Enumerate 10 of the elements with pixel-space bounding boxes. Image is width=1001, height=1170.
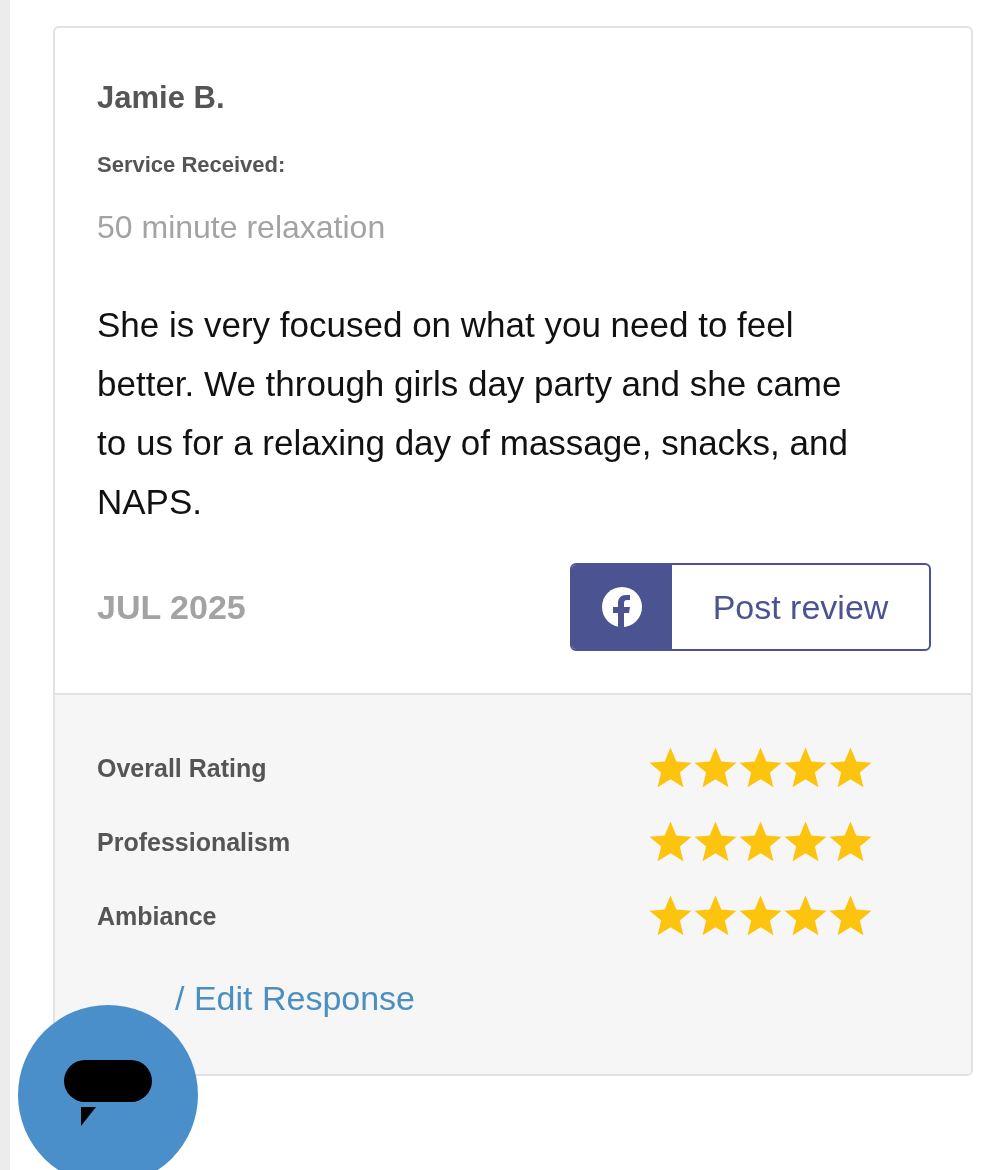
review-text: She is very focused on what you need to feel better. We through girls day party and she came to us for a relaxing day of massage, snacks, and NAPS. [97, 304, 849, 523]
facebook-icon [602, 587, 642, 627]
rating-label: Ambiance [97, 901, 217, 933]
review-date: JUL 2025 [97, 586, 246, 628]
service-name: 50 minute relaxation [97, 208, 387, 247]
rating-label: Professionalism [97, 827, 291, 859]
reviewer-name: Jamie B. [97, 79, 226, 117]
service-label: Service Received: [97, 151, 287, 179]
post-review-button[interactable]: Post review [570, 563, 931, 651]
rating-label: Overall Rating [97, 753, 267, 785]
